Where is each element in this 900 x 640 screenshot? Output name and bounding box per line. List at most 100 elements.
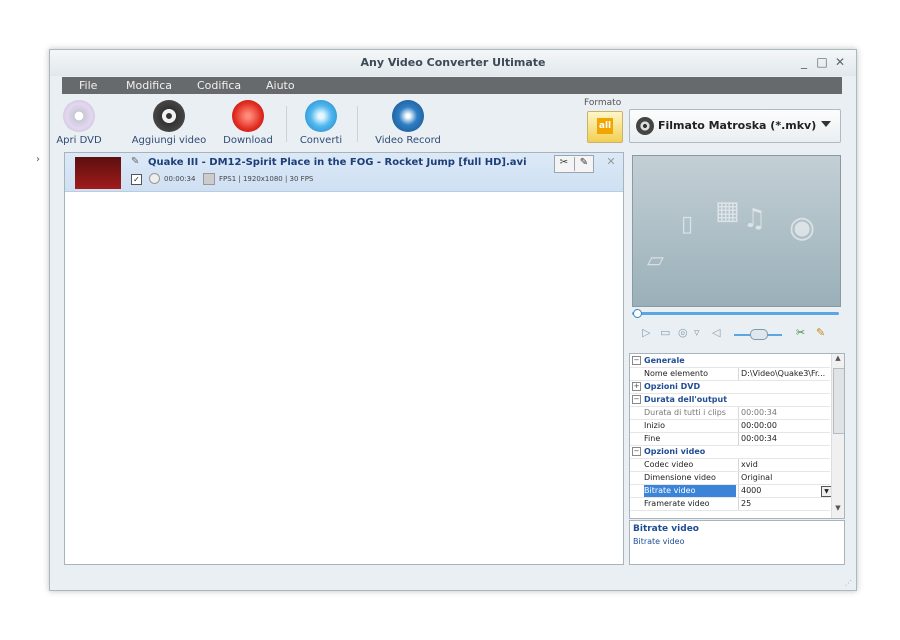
- prop-row-bitrate-video[interactable]: Bitrate video 4000 ▼: [630, 485, 832, 498]
- prop-row-codec-video[interactable]: Codec video xvid: [630, 459, 830, 472]
- maximize-button[interactable]: □: [814, 54, 830, 70]
- prop-row-nome-elemento[interactable]: Nome elemento D:\Video\Quake3\Fr...: [630, 368, 830, 381]
- prop-value: 00:00:34: [738, 407, 831, 419]
- prop-row-inizio[interactable]: Inizio 00:00:00: [630, 420, 830, 433]
- scroll-down-icon[interactable]: ▼: [833, 504, 843, 514]
- collapse-icon[interactable]: −: [632, 447, 641, 456]
- properties-scrollbar[interactable]: ▲ ▼: [831, 354, 844, 518]
- toolbar-separator: [357, 106, 358, 142]
- prop-category-opzioni-dvd[interactable]: + Opzioni DVD: [630, 381, 830, 394]
- prop-row-fine[interactable]: Fine 00:00:34: [630, 433, 830, 446]
- row-edit-buttons: ✂ ✎: [554, 155, 594, 173]
- snapshot-menu-icon[interactable]: ▿: [694, 326, 700, 339]
- convert-button[interactable]: Converti: [296, 100, 346, 146]
- file-list: ✎ Quake III - DM12-Spirit Place in the F…: [64, 152, 624, 565]
- properties-panel: − Generale Nome elemento D:\Video\Quake3…: [629, 353, 845, 519]
- window-title: Any Video Converter Ultimate: [360, 56, 546, 69]
- file-row[interactable]: ✎ Quake III - DM12-Spirit Place in the F…: [65, 153, 623, 192]
- prop-row-durata-clips: Durata di tutti i clips 00:00:34: [630, 407, 830, 420]
- collapse-icon[interactable]: −: [632, 395, 641, 404]
- video-record-button[interactable]: Video Record: [372, 100, 444, 146]
- prop-key: Codec video: [644, 460, 694, 469]
- clock-icon: [149, 173, 160, 184]
- description-title: Bitrate video: [633, 524, 699, 534]
- file-duration: 00:00:34: [164, 175, 196, 183]
- player-controls: ▷ ▭ ◎ ▿ ◁ ✂ ✎: [632, 320, 839, 348]
- file-video-info: FPS1 | 1920x1080 | 30 FPS: [219, 175, 314, 183]
- download-label: Download: [223, 135, 273, 146]
- prop-row-framerate-video[interactable]: Framerate video 25: [630, 498, 830, 511]
- prop-category-generale[interactable]: − Generale: [630, 355, 830, 368]
- video-preview: ▯ ▦ ♫ ◉ ▱: [632, 155, 841, 307]
- resize-grip[interactable]: ⋰: [845, 579, 852, 587]
- seek-knob[interactable]: [633, 309, 642, 318]
- close-button[interactable]: ✕: [832, 54, 848, 70]
- download-icon: [232, 100, 264, 132]
- video-record-label: Video Record: [375, 135, 441, 146]
- volume-icon[interactable]: ◁: [712, 326, 720, 339]
- prop-category-label: Generale: [644, 356, 685, 365]
- expand-icon[interactable]: +: [632, 382, 641, 391]
- prop-value[interactable]: 25: [738, 498, 831, 510]
- description-text: Bitrate video: [633, 537, 685, 546]
- prop-value[interactable]: 00:00:34: [738, 433, 831, 445]
- prop-value[interactable]: 00:00:00: [738, 420, 831, 432]
- music-note-icon: ♫: [743, 204, 767, 234]
- property-description: Bitrate video Bitrate video: [629, 520, 845, 565]
- menu-aiuto[interactable]: Aiuto: [266, 79, 295, 92]
- volume-knob[interactable]: [750, 329, 768, 340]
- menu-file[interactable]: File: [79, 79, 97, 92]
- film-reel-icon: [636, 117, 654, 135]
- rename-pencil-icon[interactable]: ✎: [131, 156, 139, 167]
- player-icon: ▱: [647, 248, 664, 273]
- video-thumbnail: [75, 157, 121, 189]
- stop-icon[interactable]: ▭: [660, 326, 670, 339]
- prop-value[interactable]: D:\Video\Quake3\Fr...: [738, 368, 831, 380]
- remove-file-icon[interactable]: ✕: [604, 155, 618, 169]
- format-category-button[interactable]: all: [587, 111, 623, 143]
- prop-category-label: Opzioni video: [644, 447, 706, 456]
- magic-wand-icon[interactable]: ✎: [574, 157, 593, 171]
- disc-icon: ◉: [789, 210, 816, 245]
- minimize-button[interactable]: _: [796, 54, 812, 70]
- prop-category-label: Durata dell'output: [644, 395, 728, 404]
- menu-modifica[interactable]: Modifica: [126, 79, 172, 92]
- download-button[interactable]: Download: [220, 100, 276, 146]
- scrollbar-thumb[interactable]: [833, 368, 844, 434]
- film-icon: [203, 173, 215, 185]
- prop-key: Dimensione video: [644, 473, 716, 482]
- convert-icon: [305, 100, 337, 132]
- prop-value[interactable]: xvid: [738, 459, 831, 471]
- seek-bar[interactable]: [632, 312, 839, 315]
- film-reel-icon: [153, 100, 185, 132]
- output-format-select[interactable]: Filmato Matroska (*.mkv): [629, 109, 841, 143]
- camera-icon: [392, 100, 424, 132]
- prop-key: Fine: [644, 434, 661, 443]
- prop-category-opzioni-video[interactable]: − Opzioni video: [630, 446, 830, 459]
- file-checkbox[interactable]: ✓: [131, 174, 142, 185]
- prop-key: Nome elemento: [644, 369, 709, 378]
- open-dvd-button[interactable]: Apri DVD: [54, 100, 104, 146]
- snapshot-icon[interactable]: ◎: [678, 326, 688, 339]
- prop-key: Bitrate video: [644, 485, 736, 497]
- menu-bar: File Modifica Codifica Aiuto: [62, 77, 842, 94]
- prop-value-dropdown[interactable]: 4000: [738, 485, 831, 497]
- magic-wand-icon[interactable]: ✎: [816, 326, 825, 339]
- scissors-icon[interactable]: ✂: [796, 326, 805, 339]
- prop-category-durata[interactable]: − Durata dell'output: [630, 394, 830, 407]
- prop-row-dimensione-video[interactable]: Dimensione video Original: [630, 472, 830, 485]
- sidebar-toggle-arrow[interactable]: ›: [36, 154, 46, 166]
- play-icon[interactable]: ▷: [642, 326, 650, 339]
- prop-key: Inizio: [644, 421, 665, 430]
- collapse-icon[interactable]: −: [632, 356, 641, 365]
- menu-codifica[interactable]: Codifica: [197, 79, 241, 92]
- add-video-button[interactable]: Aggiungi video: [128, 100, 210, 146]
- scroll-up-icon[interactable]: ▲: [833, 354, 843, 364]
- chevron-down-icon: [821, 121, 831, 127]
- dvd-icon: [63, 100, 95, 132]
- prop-value[interactable]: Original: [738, 472, 831, 484]
- format-label: Formato: [584, 98, 622, 108]
- convert-label: Converti: [299, 135, 343, 146]
- toolbar-separator: [286, 106, 287, 142]
- cut-icon[interactable]: ✂: [555, 157, 573, 171]
